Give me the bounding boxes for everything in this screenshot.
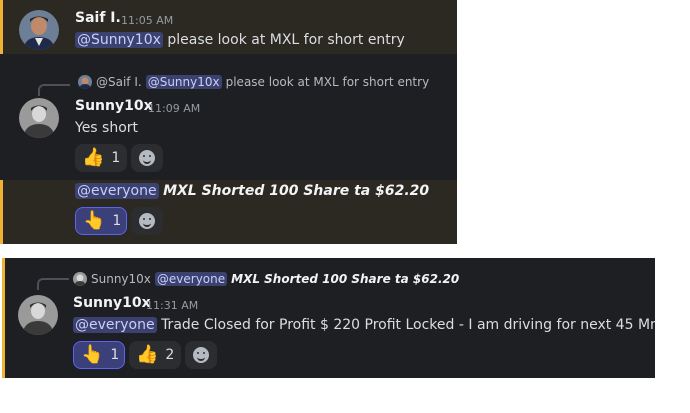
author-name[interactable]: Sunny10x [75, 98, 153, 114]
reaction-count: 1 [112, 213, 122, 229]
user-mention[interactable]: @Sunny10x [75, 32, 163, 48]
message-trade-closed[interactable]: Sunny10x @everyone MXL Shorted 100 Share… [2, 258, 655, 378]
point-up-icon: 👆 [83, 210, 106, 231]
point-up-icon: 👆 [81, 344, 104, 365]
reaction-point-up[interactable]: 👆 1 [75, 207, 127, 235]
thumbs-up-icon: 👍 [82, 147, 105, 168]
message-sunny-reply[interactable]: @Saif I. @Sunny10x please look at MXL fo… [0, 68, 457, 180]
reply-text: please look at MXL for short entry [225, 75, 430, 89]
mention-highlight-bar [0, 0, 3, 54]
avatar[interactable] [19, 10, 59, 50]
add-reaction-button[interactable] [185, 341, 217, 369]
add-reaction-button[interactable] [131, 144, 163, 172]
message-body: please look at MXL for short entry [167, 32, 405, 48]
avatar[interactable] [18, 295, 58, 335]
smiley-icon [139, 213, 155, 229]
reply-preview[interactable]: @Saif I. @Sunny10x please look at MXL fo… [78, 75, 429, 89]
reply-text: MXL Shorted 100 Share ta $62.20 [231, 272, 460, 286]
chat-panel-bottom: Sunny10x @everyone MXL Shorted 100 Share… [2, 258, 655, 378]
reaction-point-up[interactable]: 👆 1 [73, 341, 125, 369]
everyone-mention[interactable]: @everyone [75, 183, 159, 199]
message-text: @everyone MXL Shorted 100 Share ta $62.2… [75, 183, 429, 199]
reply-preview[interactable]: Sunny10x @everyone MXL Shorted 100 Share… [73, 272, 459, 286]
message-sunny-everyone[interactable]: @everyone MXL Shorted 100 Share ta $62.2… [0, 180, 457, 244]
message-text: @Sunny10x please look at MXL for short e… [75, 32, 405, 48]
message-text: @everyone Trade Closed for Profit $ 220 … [73, 317, 655, 333]
reply-author[interactable]: @Saif I. [96, 75, 142, 89]
reaction-thumbs-up[interactable]: 👍 2 [129, 341, 181, 369]
message-body: Trade Closed for Profit $ 220 Profit Loc… [161, 317, 655, 333]
message-body: MXL Shorted 100 Share ta $62.20 [163, 183, 430, 199]
message-saif[interactable]: Saif I. 11:05 AM @Sunny10x please look a… [0, 0, 457, 54]
thumbs-up-icon: 👍 [136, 344, 159, 365]
add-reaction-button[interactable] [131, 207, 163, 235]
avatar[interactable] [19, 98, 59, 138]
reaction-count: 2 [165, 347, 175, 363]
timestamp: 11:31 AM [146, 299, 199, 312]
mention-highlight-bar [0, 180, 3, 244]
smiley-icon [139, 150, 155, 166]
reply-connector [38, 84, 70, 96]
reaction-count: 1 [110, 347, 120, 363]
reaction-count: 1 [111, 150, 121, 166]
timestamp: 11:09 AM [148, 102, 201, 115]
author-name[interactable]: Sunny10x [73, 295, 151, 311]
reaction-thumbs-up[interactable]: 👍 1 [75, 144, 127, 172]
chat-panel-top: Saif I. 11:05 AM @Sunny10x please look a… [0, 0, 457, 244]
author-name[interactable]: Saif I. [75, 10, 121, 26]
reply-author[interactable]: Sunny10x [91, 272, 151, 286]
timestamp: 11:05 AM [121, 14, 174, 27]
message-body: Yes short [75, 120, 139, 136]
mini-avatar [78, 75, 92, 89]
mini-avatar [73, 272, 87, 286]
everyone-mention[interactable]: @everyone [73, 317, 157, 333]
reply-mention[interactable]: @Sunny10x [145, 75, 222, 89]
reply-connector [37, 278, 69, 290]
reply-mention[interactable]: @everyone [154, 272, 228, 286]
smiley-icon [193, 347, 209, 363]
